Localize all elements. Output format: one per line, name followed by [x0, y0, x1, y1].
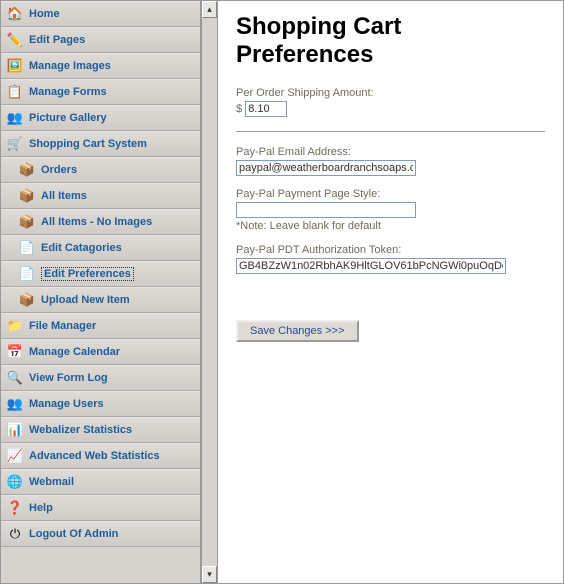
nav-icon: 🖼️	[7, 58, 23, 74]
currency-symbol: $	[236, 103, 242, 115]
nav-label: All Items	[41, 190, 87, 202]
paypal-email-input[interactable]	[236, 160, 416, 176]
nav-label: File Manager	[29, 320, 96, 332]
nav-item[interactable]: ❓ Help	[1, 495, 200, 521]
nav-label: Advanced Web Statistics	[29, 450, 160, 462]
nav-icon: 📋	[7, 84, 23, 100]
page-title: Shopping Cart Preferences	[236, 13, 545, 69]
scroll-up-button[interactable]: ▴	[202, 1, 217, 18]
nav-label: Manage Calendar	[29, 346, 120, 358]
nav-label: Webalizer Statistics	[29, 424, 132, 436]
nav-icon: ❓	[7, 500, 23, 516]
nav-label: Manage Forms	[29, 86, 107, 98]
nav-label: Shopping Cart System	[29, 138, 147, 150]
nav-icon: 📄	[19, 266, 35, 282]
nav-label: Home	[29, 8, 60, 20]
nav-icon: ⏻	[7, 526, 23, 542]
nav-label: Logout Of Admin	[29, 528, 118, 540]
main-content: Shopping Cart Preferences Per Order Ship…	[218, 1, 563, 583]
nav-item[interactable]: 📄 Edit Preferences	[1, 261, 200, 287]
nav-label: Edit Catagories	[41, 242, 122, 254]
style-note: *Note: Leave blank for default	[236, 220, 545, 232]
nav-icon: 📈	[7, 448, 23, 464]
nav-label: All Items - No Images	[41, 216, 152, 228]
nav-icon: 📅	[7, 344, 23, 360]
nav-icon: 🛒	[7, 136, 23, 152]
nav-icon: 📦	[19, 214, 35, 230]
nav-icon: 🔍	[7, 370, 23, 386]
nav-item[interactable]: 👥 Picture Gallery	[1, 105, 200, 131]
sidebar: 🏠 Home ✏️ Edit Pages 🖼️ Manage Images 📋 Manage …	[1, 1, 201, 583]
nav-label: Webmail	[29, 476, 74, 488]
nav-item[interactable]: ✏️ Edit Pages	[1, 27, 200, 53]
nav-item[interactable]: 📈 Advanced Web Statistics	[1, 443, 200, 469]
shipping-input[interactable]	[245, 101, 287, 117]
paypal-style-input[interactable]	[236, 202, 416, 218]
nav-item[interactable]: 📋 Manage Forms	[1, 79, 200, 105]
scroll-track[interactable]	[202, 18, 217, 566]
nav-item[interactable]: 📦 All Items - No Images	[1, 209, 200, 235]
nav-item[interactable]: 📦 Orders	[1, 157, 200, 183]
nav-icon: 🏠	[7, 6, 23, 22]
nav-item[interactable]: 📁 File Manager	[1, 313, 200, 339]
nav-label: Orders	[41, 164, 77, 176]
nav-icon: 📁	[7, 318, 23, 334]
nav-item[interactable]: 📅 Manage Calendar	[1, 339, 200, 365]
nav-item[interactable]: 📦 Upload New Item	[1, 287, 200, 313]
save-button[interactable]: Save Changes >>>	[236, 320, 359, 342]
nav-item[interactable]: 📄 Edit Catagories	[1, 235, 200, 261]
shipping-label: Per Order Shipping Amount:	[236, 87, 545, 99]
nav-item[interactable]: ⏻ Logout Of Admin	[1, 521, 200, 547]
nav-item[interactable]: 📊 Webalizer Statistics	[1, 417, 200, 443]
divider	[236, 131, 545, 132]
nav-label: Manage Images	[29, 60, 111, 72]
nav-item[interactable]: 📦 All Items	[1, 183, 200, 209]
nav-label: Help	[29, 502, 53, 514]
nav-icon: ✏️	[7, 32, 23, 48]
paypal-email-label: Pay-Pal Email Address:	[236, 146, 545, 158]
paypal-pdt-input[interactable]	[236, 258, 506, 274]
nav-icon: 📦	[19, 188, 35, 204]
paypal-pdt-label: Pay-Pal PDT Authorization Token:	[236, 244, 545, 256]
nav-icon: 📦	[19, 292, 35, 308]
nav-label: View Form Log	[29, 372, 108, 384]
scroll-down-button[interactable]: ▾	[202, 566, 217, 583]
nav-item[interactable]: 🖼️ Manage Images	[1, 53, 200, 79]
nav-label: Manage Users	[29, 398, 104, 410]
nav-icon: 📦	[19, 162, 35, 178]
nav-icon: 👥	[7, 110, 23, 126]
nav-icon: 🌐	[7, 474, 23, 490]
nav-label: Upload New Item	[41, 294, 130, 306]
nav-label: Edit Preferences	[41, 267, 134, 281]
nav-item[interactable]: 🌐 Webmail	[1, 469, 200, 495]
nav-icon: 📄	[19, 240, 35, 256]
nav-label: Edit Pages	[29, 34, 85, 46]
paypal-style-label: Pay-Pal Payment Page Style:	[236, 188, 545, 200]
nav-item[interactable]: 🛒 Shopping Cart System	[1, 131, 200, 157]
nav-label: Picture Gallery	[29, 112, 107, 124]
nav-item[interactable]: 👥 Manage Users	[1, 391, 200, 417]
sidebar-scrollbar[interactable]: ▴ ▾	[201, 1, 218, 583]
nav-icon: 📊	[7, 422, 23, 438]
nav-item[interactable]: 🏠 Home	[1, 1, 200, 27]
nav-item[interactable]: 🔍 View Form Log	[1, 365, 200, 391]
nav-icon: 👥	[7, 396, 23, 412]
